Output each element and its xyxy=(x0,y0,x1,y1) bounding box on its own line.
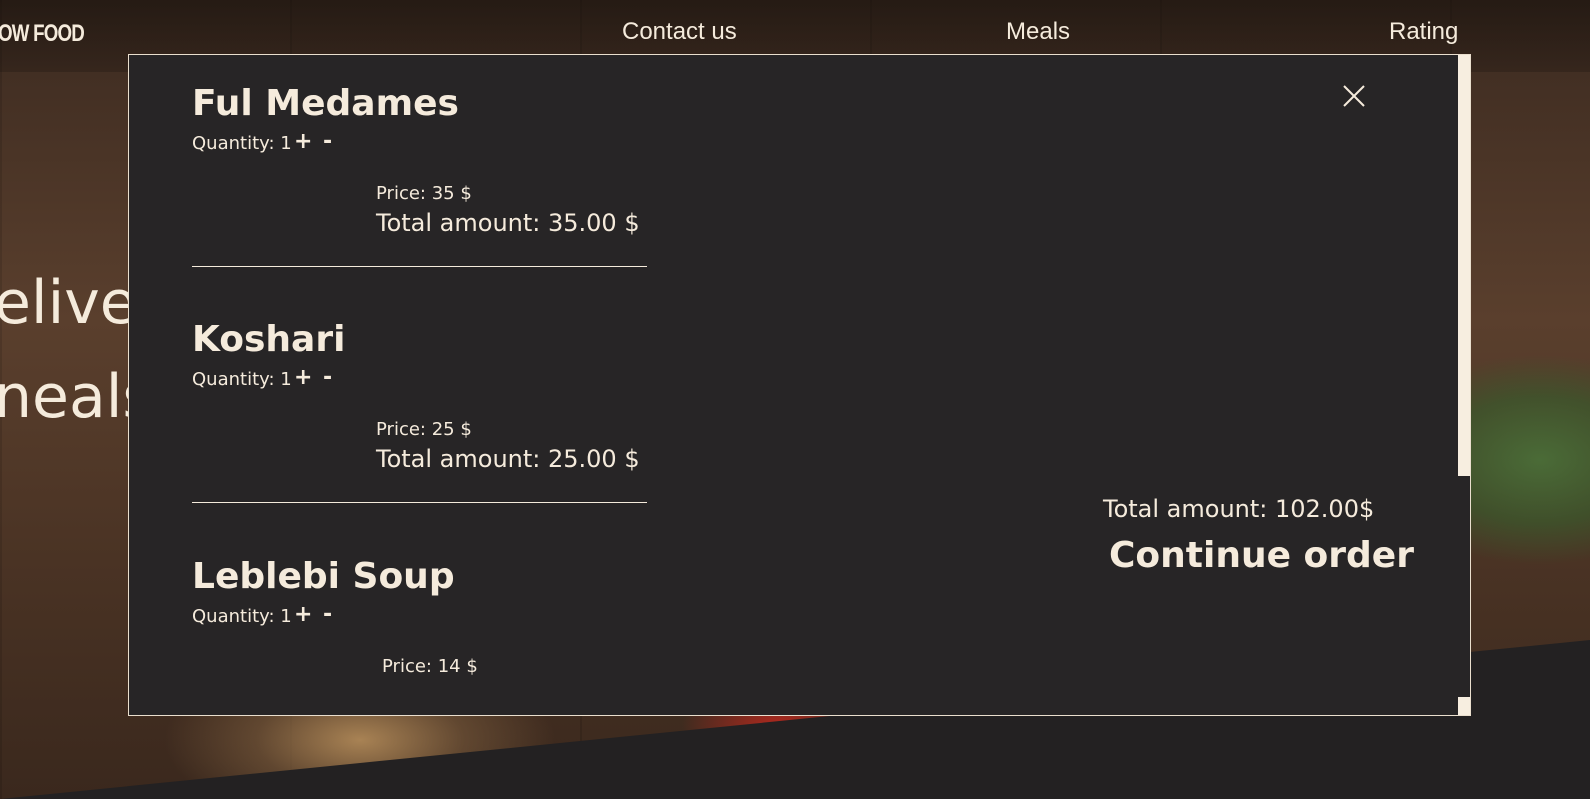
nav-link-contact[interactable]: Contact us xyxy=(622,18,737,46)
nav-link-meals[interactable]: Meals xyxy=(1006,18,1070,46)
close-icon[interactable] xyxy=(1341,83,1367,109)
item-price: Price: 25 $ xyxy=(376,419,472,440)
decrease-quantity-button[interactable]: - xyxy=(323,602,332,628)
item-name: Koshari xyxy=(192,319,346,360)
decrease-quantity-button[interactable]: - xyxy=(323,365,332,391)
item-quantity: Quantity: 1 xyxy=(192,133,292,154)
continue-order-button[interactable]: Continue order xyxy=(1109,535,1414,576)
item-price: Price: 35 $ xyxy=(376,183,472,204)
item-name: Leblebi Soup xyxy=(192,556,455,597)
item-total: Total amount: 35.00 $ xyxy=(376,209,640,237)
increase-quantity-button[interactable]: + xyxy=(294,365,312,391)
cart-total-amount: Total amount: 102.00$ xyxy=(1103,495,1375,523)
cart-modal: Ful Medames Quantity: 1 + - Price: 35 $ … xyxy=(128,54,1471,716)
logo[interactable]: OW FOOD xyxy=(0,20,85,48)
divider xyxy=(192,266,647,267)
hero-heading-line1: elive xyxy=(0,268,137,338)
divider xyxy=(192,502,647,503)
item-name: Ful Medames xyxy=(192,83,459,124)
item-quantity: Quantity: 1 xyxy=(192,369,292,390)
increase-quantity-button[interactable]: + xyxy=(294,602,312,628)
item-quantity: Quantity: 1 xyxy=(192,606,292,627)
item-total: Total amount: 25.00 $ xyxy=(376,445,640,473)
increase-quantity-button[interactable]: + xyxy=(294,129,312,155)
decrease-quantity-button[interactable]: - xyxy=(323,129,332,155)
nav-link-rating[interactable]: Rating xyxy=(1389,18,1458,46)
page: OW FOOD Contact us Meals Rating elive ne… xyxy=(0,0,1590,799)
item-price: Price: 14 $ xyxy=(382,656,478,677)
scrollbar-down-arrow[interactable] xyxy=(1458,697,1470,715)
scrollbar-thumb[interactable] xyxy=(1458,55,1470,476)
